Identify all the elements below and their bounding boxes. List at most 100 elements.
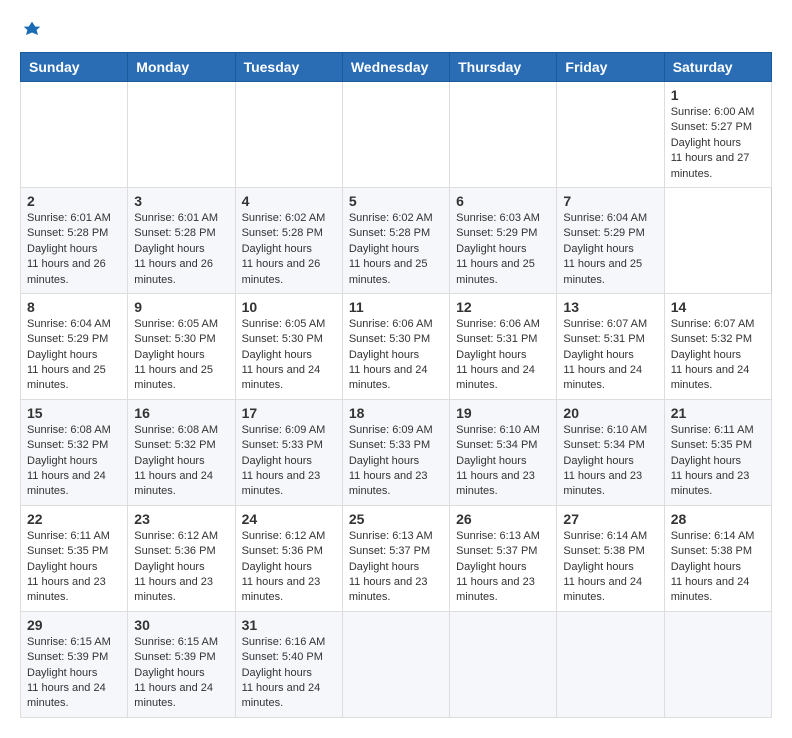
calendar-week-row: 8 Sunrise: 6:04 AMSunset: 5:29 PMDayligh… bbox=[21, 293, 772, 399]
calendar-cell: 5 Sunrise: 6:02 AMSunset: 5:28 PMDayligh… bbox=[342, 187, 449, 293]
calendar-cell: 20 Sunrise: 6:10 AMSunset: 5:34 PMDaylig… bbox=[557, 399, 664, 505]
cell-text: Sunrise: 6:06 AMSunset: 5:30 PMDaylight … bbox=[349, 318, 433, 392]
day-number: 9 bbox=[134, 299, 228, 315]
calendar-week-row: 22 Sunrise: 6:11 AMSunset: 5:35 PMDaylig… bbox=[21, 505, 772, 611]
day-number: 25 bbox=[349, 511, 443, 527]
cell-text: Sunrise: 6:01 AMSunset: 5:28 PMDaylight … bbox=[134, 212, 218, 286]
calendar-body: 1 Sunrise: 6:00 AMSunset: 5:27 PMDayligh… bbox=[21, 82, 772, 718]
day-number: 16 bbox=[134, 405, 228, 421]
cell-text: Sunrise: 6:13 AMSunset: 5:37 PMDaylight … bbox=[456, 530, 540, 604]
day-number: 15 bbox=[27, 405, 121, 421]
calendar-cell: 30 Sunrise: 6:15 AMSunset: 5:39 PMDaylig… bbox=[128, 611, 235, 717]
calendar-cell: 26 Sunrise: 6:13 AMSunset: 5:37 PMDaylig… bbox=[450, 505, 557, 611]
calendar-cell bbox=[342, 611, 449, 717]
calendar-cell bbox=[21, 82, 128, 188]
cell-text: Sunrise: 6:14 AMSunset: 5:38 PMDaylight … bbox=[671, 530, 755, 604]
calendar-table: SundayMondayTuesdayWednesdayThursdayFrid… bbox=[20, 52, 772, 718]
calendar-cell: 12 Sunrise: 6:06 AMSunset: 5:31 PMDaylig… bbox=[450, 293, 557, 399]
day-number: 11 bbox=[349, 299, 443, 315]
calendar-day-header: Sunday bbox=[21, 53, 128, 82]
day-number: 8 bbox=[27, 299, 121, 315]
day-number: 12 bbox=[456, 299, 550, 315]
calendar-cell: 22 Sunrise: 6:11 AMSunset: 5:35 PMDaylig… bbox=[21, 505, 128, 611]
day-number: 26 bbox=[456, 511, 550, 527]
calendar-cell: 23 Sunrise: 6:12 AMSunset: 5:36 PMDaylig… bbox=[128, 505, 235, 611]
calendar-cell: 28 Sunrise: 6:14 AMSunset: 5:38 PMDaylig… bbox=[664, 505, 771, 611]
calendar-cell bbox=[557, 611, 664, 717]
calendar-day-header: Tuesday bbox=[235, 53, 342, 82]
calendar-cell: 9 Sunrise: 6:05 AMSunset: 5:30 PMDayligh… bbox=[128, 293, 235, 399]
cell-text: Sunrise: 6:13 AMSunset: 5:37 PMDaylight … bbox=[349, 530, 433, 604]
cell-text: Sunrise: 6:04 AMSunset: 5:29 PMDaylight … bbox=[563, 212, 647, 286]
cell-text: Sunrise: 6:07 AMSunset: 5:32 PMDaylight … bbox=[671, 318, 755, 392]
calendar-cell bbox=[664, 611, 771, 717]
day-number: 21 bbox=[671, 405, 765, 421]
calendar-cell: 13 Sunrise: 6:07 AMSunset: 5:31 PMDaylig… bbox=[557, 293, 664, 399]
day-number: 24 bbox=[242, 511, 336, 527]
cell-text: Sunrise: 6:12 AMSunset: 5:36 PMDaylight … bbox=[134, 530, 218, 604]
cell-text: Sunrise: 6:08 AMSunset: 5:32 PMDaylight … bbox=[134, 424, 218, 498]
calendar-day-header: Thursday bbox=[450, 53, 557, 82]
calendar-cell: 8 Sunrise: 6:04 AMSunset: 5:29 PMDayligh… bbox=[21, 293, 128, 399]
day-number: 20 bbox=[563, 405, 657, 421]
calendar-cell: 15 Sunrise: 6:08 AMSunset: 5:32 PMDaylig… bbox=[21, 399, 128, 505]
page-header bbox=[20, 20, 772, 36]
day-number: 17 bbox=[242, 405, 336, 421]
calendar-week-row: 29 Sunrise: 6:15 AMSunset: 5:39 PMDaylig… bbox=[21, 611, 772, 717]
day-number: 4 bbox=[242, 193, 336, 209]
calendar-cell: 4 Sunrise: 6:02 AMSunset: 5:28 PMDayligh… bbox=[235, 187, 342, 293]
calendar-cell: 14 Sunrise: 6:07 AMSunset: 5:32 PMDaylig… bbox=[664, 293, 771, 399]
day-number: 7 bbox=[563, 193, 657, 209]
calendar-cell: 17 Sunrise: 6:09 AMSunset: 5:33 PMDaylig… bbox=[235, 399, 342, 505]
day-number: 19 bbox=[456, 405, 550, 421]
cell-text: Sunrise: 6:15 AMSunset: 5:39 PMDaylight … bbox=[27, 636, 111, 710]
calendar-cell: 10 Sunrise: 6:05 AMSunset: 5:30 PMDaylig… bbox=[235, 293, 342, 399]
cell-text: Sunrise: 6:11 AMSunset: 5:35 PMDaylight … bbox=[27, 530, 110, 604]
day-number: 5 bbox=[349, 193, 443, 209]
cell-text: Sunrise: 6:15 AMSunset: 5:39 PMDaylight … bbox=[134, 636, 218, 710]
calendar-header: SundayMondayTuesdayWednesdayThursdayFrid… bbox=[21, 53, 772, 82]
cell-text: Sunrise: 6:11 AMSunset: 5:35 PMDaylight … bbox=[671, 424, 754, 498]
calendar-cell: 3 Sunrise: 6:01 AMSunset: 5:28 PMDayligh… bbox=[128, 187, 235, 293]
day-number: 14 bbox=[671, 299, 765, 315]
cell-text: Sunrise: 6:02 AMSunset: 5:28 PMDaylight … bbox=[349, 212, 433, 286]
calendar-cell: 16 Sunrise: 6:08 AMSunset: 5:32 PMDaylig… bbox=[128, 399, 235, 505]
day-number: 23 bbox=[134, 511, 228, 527]
cell-text: Sunrise: 6:14 AMSunset: 5:38 PMDaylight … bbox=[563, 530, 647, 604]
cell-text: Sunrise: 6:05 AMSunset: 5:30 PMDaylight … bbox=[134, 318, 218, 392]
day-number: 3 bbox=[134, 193, 228, 209]
cell-text: Sunrise: 6:07 AMSunset: 5:31 PMDaylight … bbox=[563, 318, 647, 392]
logo-icon bbox=[22, 20, 42, 40]
day-number: 13 bbox=[563, 299, 657, 315]
calendar-header-row: SundayMondayTuesdayWednesdayThursdayFrid… bbox=[21, 53, 772, 82]
day-number: 27 bbox=[563, 511, 657, 527]
calendar-day-header: Wednesday bbox=[342, 53, 449, 82]
cell-text: Sunrise: 6:06 AMSunset: 5:31 PMDaylight … bbox=[456, 318, 540, 392]
calendar-cell: 25 Sunrise: 6:13 AMSunset: 5:37 PMDaylig… bbox=[342, 505, 449, 611]
calendar-week-row: 2 Sunrise: 6:01 AMSunset: 5:28 PMDayligh… bbox=[21, 187, 772, 293]
calendar-cell: 24 Sunrise: 6:12 AMSunset: 5:36 PMDaylig… bbox=[235, 505, 342, 611]
day-number: 30 bbox=[134, 617, 228, 633]
calendar-cell: 27 Sunrise: 6:14 AMSunset: 5:38 PMDaylig… bbox=[557, 505, 664, 611]
day-number: 6 bbox=[456, 193, 550, 209]
cell-text: Sunrise: 6:05 AMSunset: 5:30 PMDaylight … bbox=[242, 318, 326, 392]
cell-text: Sunrise: 6:10 AMSunset: 5:34 PMDaylight … bbox=[563, 424, 647, 498]
logo bbox=[20, 20, 42, 36]
cell-text: Sunrise: 6:10 AMSunset: 5:34 PMDaylight … bbox=[456, 424, 540, 498]
day-number: 28 bbox=[671, 511, 765, 527]
calendar-cell bbox=[557, 82, 664, 188]
cell-text: Sunrise: 6:03 AMSunset: 5:29 PMDaylight … bbox=[456, 212, 540, 286]
cell-text: Sunrise: 6:04 AMSunset: 5:29 PMDaylight … bbox=[27, 318, 111, 392]
calendar-cell: 6 Sunrise: 6:03 AMSunset: 5:29 PMDayligh… bbox=[450, 187, 557, 293]
calendar-cell bbox=[342, 82, 449, 188]
day-number: 18 bbox=[349, 405, 443, 421]
calendar-cell: 11 Sunrise: 6:06 AMSunset: 5:30 PMDaylig… bbox=[342, 293, 449, 399]
calendar-week-row: 1 Sunrise: 6:00 AMSunset: 5:27 PMDayligh… bbox=[21, 82, 772, 188]
calendar-cell: 19 Sunrise: 6:10 AMSunset: 5:34 PMDaylig… bbox=[450, 399, 557, 505]
calendar-day-header: Monday bbox=[128, 53, 235, 82]
cell-text: Sunrise: 6:01 AMSunset: 5:28 PMDaylight … bbox=[27, 212, 111, 286]
calendar-cell: 29 Sunrise: 6:15 AMSunset: 5:39 PMDaylig… bbox=[21, 611, 128, 717]
calendar-day-header: Friday bbox=[557, 53, 664, 82]
day-number: 22 bbox=[27, 511, 121, 527]
cell-text: Sunrise: 6:00 AMSunset: 5:27 PMDaylight … bbox=[671, 106, 755, 180]
